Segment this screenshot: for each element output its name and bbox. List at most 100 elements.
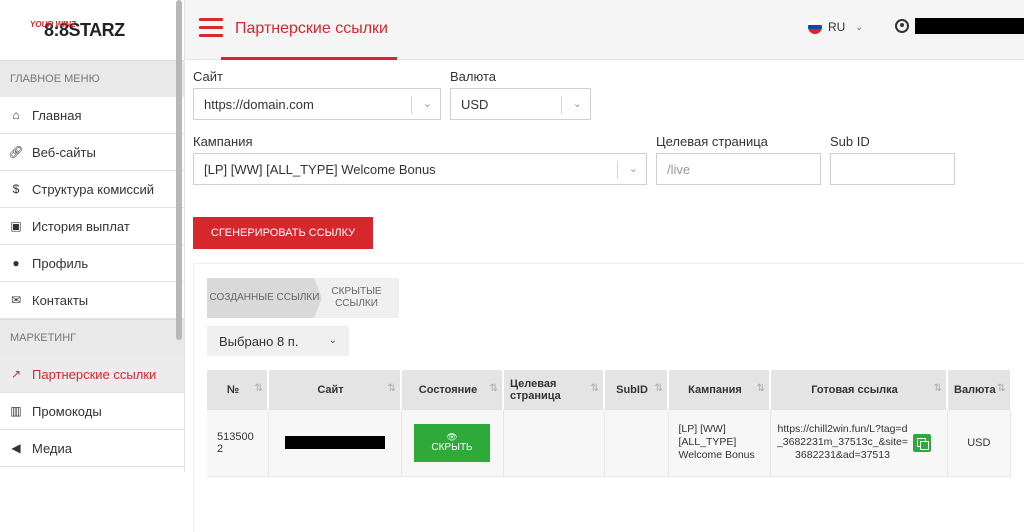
subid-label: Sub ID	[830, 134, 870, 149]
table-header-row: № ⇅ Сайт ⇅ Состояние ⇅ Целевая страница ⇅ Su…	[207, 370, 1012, 410]
tab-created-links[interactable]: СОЗДАННЫЕ ССЫЛКИ	[207, 278, 322, 318]
campaign-label: Кампания	[193, 134, 253, 149]
row-id: 5135002	[207, 410, 269, 477]
row-ready-link: https://chill2win.fun/L?tag=d_3682231m_3…	[770, 410, 948, 477]
page-title: Партнерские ссылки	[235, 20, 388, 37]
user-icon: ●	[12, 256, 20, 270]
landing-label: Целевая страница	[656, 134, 768, 149]
sidebar-item-label: Медиа	[32, 440, 72, 456]
sort-icon: ⇅	[387, 383, 396, 394]
column-header-label: Целевая страница	[510, 378, 561, 402]
column-header-ready-link[interactable]: Готовая ссылка ⇅	[770, 370, 948, 410]
chevron-down-icon: ⌄	[572, 98, 582, 110]
envelope-icon: ✉	[10, 293, 22, 307]
hamburger-menu-icon[interactable]	[199, 18, 223, 38]
links-table: № ⇅ Сайт ⇅ Состояние ⇅ Целевая страница ⇅ Su…	[207, 370, 1012, 477]
column-header-number[interactable]: № ⇅	[207, 370, 269, 410]
top-bar: Партнерские ссылки RU ⌄ ⌄	[185, 0, 1024, 60]
user-avatar-icon	[895, 19, 909, 33]
sidebar-item-promocodes[interactable]: ▥ Промокоды	[0, 393, 184, 430]
currency-label: Валюта	[450, 69, 496, 84]
select-separator	[411, 96, 412, 114]
site-redacted	[284, 436, 385, 450]
sort-icon: ⇅	[489, 383, 498, 394]
sort-icon: ⇅	[933, 383, 942, 394]
sidebar-item-commissions[interactable]: $ Структура комиссий	[0, 171, 184, 208]
brand-logo[interactable]: 8:8STARZ YOUR WINZ	[0, 0, 184, 60]
links-tabs: СОЗДАННЫЕ ССЫЛКИ СКРЫТЫЕ ССЫЛКИ	[207, 278, 399, 318]
copy-icon[interactable]	[912, 433, 931, 452]
sidebar-item-label: Главная	[32, 107, 82, 123]
column-header-campaign[interactable]: Кампания ⇅	[668, 370, 771, 410]
hide-button-label: СКРЫТЬ	[431, 442, 473, 454]
link-icon: 🔗︎	[8, 145, 24, 159]
menu-section-marketing: МАРКЕТИНГ	[0, 319, 184, 356]
row-currency: USD	[947, 410, 1012, 477]
column-header-label: Сайт	[317, 384, 344, 396]
chevron-down-icon: ⌄	[328, 335, 337, 346]
chevron-down-icon: ⌄	[422, 98, 432, 110]
sort-icon: ⇅	[590, 383, 599, 394]
campaign-select[interactable]: [LP] [WW] [ALL_TYPE] Welcome Bonus ⌄	[193, 153, 647, 185]
money-icon: ▣	[10, 219, 22, 233]
row-campaign: [LP] [WW] [ALL_TYPE] Welcome Bonus	[668, 410, 771, 477]
table-row: 5135002 👁︎ СКРЫТЬ [LP] [WW] [ALL_TYPE] W…	[207, 410, 1012, 477]
sidebar-item-label: Промокоды	[32, 403, 102, 419]
home-icon: ⌂	[12, 108, 20, 122]
campaign-select-value: [LP] [WW] [ALL_TYPE] Welcome Bonus	[204, 161, 436, 177]
sidebar-item-payouts[interactable]: ▣ История выплат	[0, 208, 184, 245]
chevron-down-icon: ⌄	[855, 21, 863, 32]
hide-link-button[interactable]: 👁︎ СКРЫТЬ	[414, 423, 490, 462]
column-header-landing[interactable]: Целевая страница ⇅	[503, 370, 605, 410]
row-landing	[503, 410, 605, 477]
column-header-label: Валюта	[954, 384, 996, 396]
site-select-value: https://domain.com	[204, 96, 314, 112]
column-header-site[interactable]: Сайт ⇅	[268, 370, 402, 410]
column-header-label: SubID	[616, 384, 648, 396]
links-panel: СОЗДАННЫЕ ССЫЛКИ СКРЫТЫЕ ССЫЛКИ Выбрано …	[193, 263, 1024, 532]
site-select[interactable]: https://domain.com ⌄	[193, 88, 441, 120]
sort-icon: ⇅	[997, 383, 1006, 394]
sidebar-item-media[interactable]: ◀ Медиа	[0, 430, 184, 467]
user-menu[interactable]: ⌄	[895, 18, 1024, 34]
menu-section-main: ГЛАВНОЕ МЕНЮ	[0, 60, 184, 97]
generate-link-button[interactable]: СГЕНЕРИРОВАТЬ ССЫЛКУ	[193, 217, 373, 249]
currency-select[interactable]: USD ⌄	[450, 88, 591, 120]
currency-select-value: USD	[461, 96, 489, 112]
sort-icon: ⇅	[654, 383, 663, 394]
site-label: Сайт	[193, 69, 223, 84]
sort-icon: ⇅	[756, 383, 765, 394]
ready-link-text[interactable]: https://chill2win.fun/L?tag=d_3682231m_3…	[777, 423, 909, 462]
sidebar-scrollbar[interactable]	[176, 0, 182, 340]
row-subid	[604, 410, 669, 477]
row-state: 👁︎ СКРЫТЬ	[401, 410, 504, 477]
subid-input[interactable]	[830, 153, 955, 185]
columns-selected-dropdown[interactable]: Выбрано 8 п. ⌄	[207, 326, 349, 356]
column-header-subid[interactable]: SubID ⇅	[604, 370, 669, 410]
tab-hidden-links[interactable]: СКРЫТЫЕ ССЫЛКИ	[314, 278, 399, 318]
sidebar: 8:8STARZ YOUR WINZ ГЛАВНОЕ МЕНЮ ⌂ Главна…	[0, 0, 185, 472]
sidebar-item-label: Партнерские ссылки	[32, 366, 157, 382]
sidebar-item-label: История выплат	[32, 218, 130, 234]
sidebar-item-label: Структура комиссий	[32, 181, 155, 197]
barcode-icon: ▥	[10, 404, 22, 418]
column-header-state[interactable]: Состояние ⇅	[401, 370, 504, 410]
sidebar-item-home[interactable]: ⌂ Главная	[0, 97, 184, 134]
columns-selected-label: Выбрано 8 п.	[219, 333, 299, 349]
page-title-underline	[221, 57, 397, 60]
sidebar-item-profile[interactable]: ● Профиль	[0, 245, 184, 282]
user-name-redacted	[915, 18, 1024, 34]
chevron-down-icon: ⌄	[628, 163, 638, 175]
select-separator	[617, 161, 618, 179]
sidebar-item-partner-links[interactable]: ↗ Партнерские ссылки	[0, 356, 184, 393]
select-separator	[561, 96, 562, 114]
column-header-currency[interactable]: Валюта ⇅	[947, 370, 1012, 410]
sidebar-item-websites[interactable]: 🔗︎ Веб-сайты	[0, 134, 184, 171]
megaphone-icon: ◀	[11, 441, 21, 455]
column-header-label: Состояние	[418, 384, 478, 396]
column-header-label: Кампания	[688, 384, 742, 396]
column-header-label: №	[226, 384, 240, 396]
landing-input[interactable]: /live	[656, 153, 821, 185]
language-selector[interactable]: RU ⌄	[808, 20, 863, 34]
sidebar-item-contacts[interactable]: ✉ Контакты	[0, 282, 184, 319]
